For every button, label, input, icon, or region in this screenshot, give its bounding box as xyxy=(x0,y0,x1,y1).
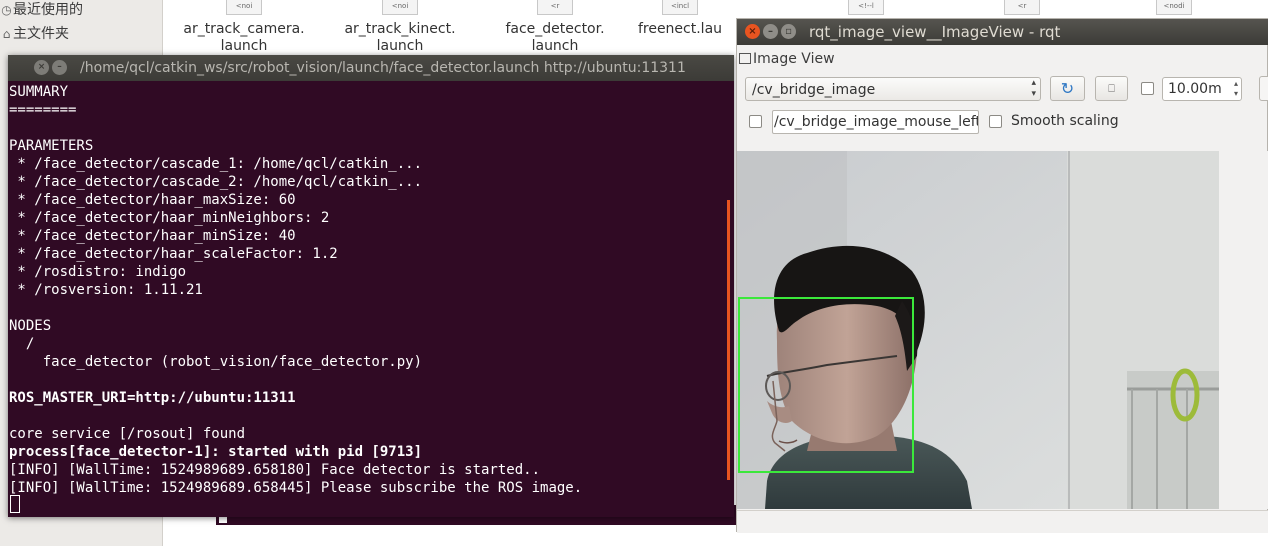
terminal-line: * /face_detector/haar_minSize: 40 xyxy=(9,228,296,244)
spin-arrows-icon: ▴ ▾ xyxy=(1233,79,1238,98)
terminal-line: * /face_detector/cascade_2: /home/qcl/ca… xyxy=(9,174,423,190)
refresh-topics-button[interactable]: ↻ xyxy=(1050,76,1085,101)
file-thumbnail: <nodi xyxy=(1156,0,1192,15)
file-item[interactable]: <incl freenect.lau xyxy=(620,0,740,38)
terminal-line: face_detector (robot_vision/face_detecto… xyxy=(9,354,423,370)
terminal-line: * /rosversion: 1.11.21 xyxy=(9,282,203,298)
sidebar-item-recent[interactable]: ◷最近使用的 xyxy=(0,0,83,20)
close-icon[interactable]: × xyxy=(34,60,49,75)
status-bar xyxy=(737,510,1268,533)
refresh-icon: ↻ xyxy=(1060,79,1075,98)
zoom-fit-icon: ⎕ xyxy=(1108,82,1115,95)
terminal-output[interactable]: SUMMARY ======== PARAMETERS * /face_detect… xyxy=(8,83,726,517)
maximize-icon[interactable]: ▫ xyxy=(781,24,796,39)
terminal-line: PARAMETERS xyxy=(9,138,94,154)
terminal-line: ROS_MASTER_URI=http://ubuntu:11311 xyxy=(9,390,296,406)
terminal-line: [INFO] [WallTime: 1524989689.658180] Fac… xyxy=(9,462,541,478)
terminal-line: core service [/rosout] found xyxy=(9,426,246,442)
mouse-topic-input[interactable]: /cv_bridge_image_mouse_left xyxy=(772,110,979,134)
file-item[interactable]: <noi ar_track_kinect. launch xyxy=(320,0,480,55)
file-name: freenect.lau xyxy=(637,21,723,37)
dock-title-label: Image View xyxy=(753,51,835,67)
file-thumbnail: <incl xyxy=(662,0,698,15)
camera-image xyxy=(737,151,1219,509)
terminal-cursor xyxy=(10,495,20,513)
topic-select[interactable]: /cv_bridge_image ▴ ▾ xyxy=(745,77,1041,101)
terminal-line: ======== xyxy=(9,102,77,118)
file-thumbnail: <!--l xyxy=(848,0,884,15)
close-icon[interactable]: × xyxy=(745,24,760,39)
mouse-publish-checkbox[interactable] xyxy=(749,115,762,128)
file-name: face_detector. launch xyxy=(505,21,605,54)
terminal-line: NODES xyxy=(9,318,52,334)
file-item[interactable]: <r face_detector. launch xyxy=(475,0,635,55)
dock-window-icon xyxy=(739,53,751,64)
dock-widget-title: Image View xyxy=(739,50,835,68)
file-thumbnail: <r xyxy=(1004,0,1040,15)
zoom-fit-button[interactable]: ⎕ xyxy=(1095,76,1128,101)
smooth-scaling-checkbox[interactable] xyxy=(989,115,1002,128)
rqt-titlebar[interactable]: × – ▫ rqt_image_view__ImageView - rqt xyxy=(737,19,1268,45)
terminal-window[interactable]: × – /home/qcl/catkin_ws/src/robot_vision… xyxy=(8,55,734,517)
rate-enable-checkbox[interactable] xyxy=(1141,82,1154,95)
file-item[interactable]: <noi ar_track_camera. launch xyxy=(164,0,324,55)
file-thumbnail: <r xyxy=(537,0,573,15)
window-title: rqt_image_view__ImageView - rqt xyxy=(809,23,1061,41)
image-display-area[interactable] xyxy=(737,151,1268,509)
sidebar-item-label: 最近使用的 xyxy=(13,2,83,18)
terminal-line: / xyxy=(9,336,35,352)
terminal-line: process[face_detector-1]: started with p… xyxy=(9,444,423,460)
sidebar-item-label: 主文件夹 xyxy=(13,26,69,42)
rate-spinbox-value: 10.00m xyxy=(1168,81,1222,97)
rqt-image-view-window[interactable]: × – ▫ rqt_image_view__ImageView - rqt Im… xyxy=(736,18,1268,533)
terminal-title: /home/qcl/catkin_ws/src/robot_vision/lau… xyxy=(80,60,686,76)
file-thumbnail: <noi xyxy=(382,0,418,15)
sidebar-item-home[interactable]: ⌂ 主文件夹 xyxy=(0,24,69,44)
home-icon: ⌂ xyxy=(2,27,11,41)
topic-select-value: /cv_bridge_image xyxy=(752,82,876,98)
terminal-line: [INFO] [WallTime: 1524989689.658445] Ple… xyxy=(9,480,583,496)
more-button[interactable] xyxy=(1259,76,1268,101)
terminal-line: SUMMARY xyxy=(9,84,69,100)
terminal-scrollbar[interactable] xyxy=(727,200,730,480)
chevron-updown-icon: ▴ ▾ xyxy=(1031,78,1036,99)
rate-spinbox[interactable]: 10.00m ▴ ▾ xyxy=(1162,77,1242,101)
file-thumbnail: <noi xyxy=(226,0,262,15)
smooth-scaling-label: Smooth scaling xyxy=(1011,113,1119,129)
terminal-line: * /rosdistro: indigo xyxy=(9,264,187,280)
terminal-line: * /face_detector/haar_minNeighbors: 2 xyxy=(9,210,330,226)
terminal-line: * /face_detector/haar_maxSize: 60 xyxy=(9,192,296,208)
terminal-titlebar[interactable]: × – /home/qcl/catkin_ws/src/robot_vision… xyxy=(8,55,734,81)
terminal-line: * /face_detector/haar_scaleFactor: 1.2 xyxy=(9,246,338,262)
file-name: ar_track_camera. launch xyxy=(183,21,305,54)
file-name: ar_track_kinect. launch xyxy=(344,21,456,54)
minimize-icon[interactable]: – xyxy=(763,24,778,39)
clock-icon: ◷ xyxy=(1,3,12,17)
terminal-line: * /face_detector/cascade_1: /home/qcl/ca… xyxy=(9,156,423,172)
